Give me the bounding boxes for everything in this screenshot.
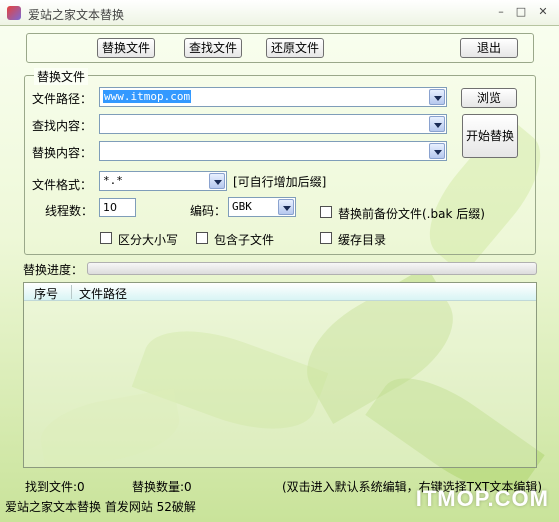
find-dropdown-icon[interactable] (429, 116, 445, 132)
encoding-dropdown-icon[interactable] (278, 199, 294, 215)
path-dropdown-icon[interactable] (429, 89, 445, 105)
replace-label: 替换内容： (32, 146, 93, 160)
include-subfolders-checkbox[interactable] (196, 232, 208, 244)
found-files-count: 找到文件:0 (25, 480, 85, 494)
find-label: 查找内容： (32, 119, 93, 133)
replace-dropdown-icon[interactable] (429, 143, 445, 159)
format-value: *.* (103, 174, 123, 187)
find-combobox[interactable] (99, 114, 447, 134)
column-file-path[interactable]: 文件路径 (79, 285, 127, 302)
footer-text: 爱站之家文本替换 首发网站 52破解 (5, 500, 196, 514)
progress-label: 替换进度： (23, 263, 84, 277)
browse-button[interactable]: 浏览 (461, 88, 517, 108)
window-title: 爱站之家文本替换 (28, 8, 125, 22)
threads-label: 线程数： (45, 204, 94, 218)
results-list[interactable]: 序号 文件路径 (23, 282, 537, 468)
replace-files-button[interactable]: 替换文件 (97, 38, 155, 58)
maximize-icon[interactable]: □ (512, 4, 530, 20)
cache-dir-label: 缓存目录 (338, 233, 387, 247)
column-index[interactable]: 序号 (34, 285, 58, 302)
path-value: www.itmop.com (103, 90, 192, 103)
title-bar: 爱站之家文本替换 – □ ✕ (0, 0, 559, 26)
encoding-label: 编码： (190, 204, 227, 218)
replace-combobox[interactable] (99, 141, 447, 161)
replace-count: 替换数量:0 (132, 480, 192, 494)
column-separator[interactable] (71, 285, 72, 299)
app-icon (7, 6, 21, 20)
encoding-combobox[interactable]: GBK (228, 197, 296, 217)
cache-dir-checkbox[interactable] (320, 232, 332, 244)
threads-input[interactable]: 10 (99, 198, 136, 217)
progress-bar (87, 262, 537, 275)
format-hint: [可自行增加后缀] (233, 175, 327, 189)
group-title: 替换文件 (34, 68, 89, 85)
start-replace-button[interactable]: 开始替换 (462, 114, 518, 158)
path-label: 文件路径： (32, 92, 93, 106)
encoding-value: GBK (232, 200, 252, 213)
minimize-icon[interactable]: – (492, 4, 510, 20)
format-label: 文件格式： (32, 178, 93, 192)
find-files-button[interactable]: 查找文件 (184, 38, 242, 58)
path-combobox[interactable]: www.itmop.com (99, 87, 447, 107)
site-watermark: ITMOP.COM (415, 486, 549, 511)
restore-files-button[interactable]: 还原文件 (266, 38, 324, 58)
format-combobox[interactable]: *.* (99, 171, 227, 191)
format-dropdown-icon[interactable] (209, 173, 225, 189)
include-subfolders-label: 包含子文件 (214, 233, 275, 247)
list-header: 序号 文件路径 (24, 283, 536, 301)
backup-label: 替换前备份文件(.bak 后缀) (338, 207, 485, 221)
case-sensitive-label: 区分大小写 (118, 233, 179, 247)
close-icon[interactable]: ✕ (534, 4, 552, 20)
case-sensitive-checkbox[interactable] (100, 232, 112, 244)
backup-checkbox[interactable] (320, 206, 332, 218)
exit-button[interactable]: 退出 (460, 38, 518, 58)
